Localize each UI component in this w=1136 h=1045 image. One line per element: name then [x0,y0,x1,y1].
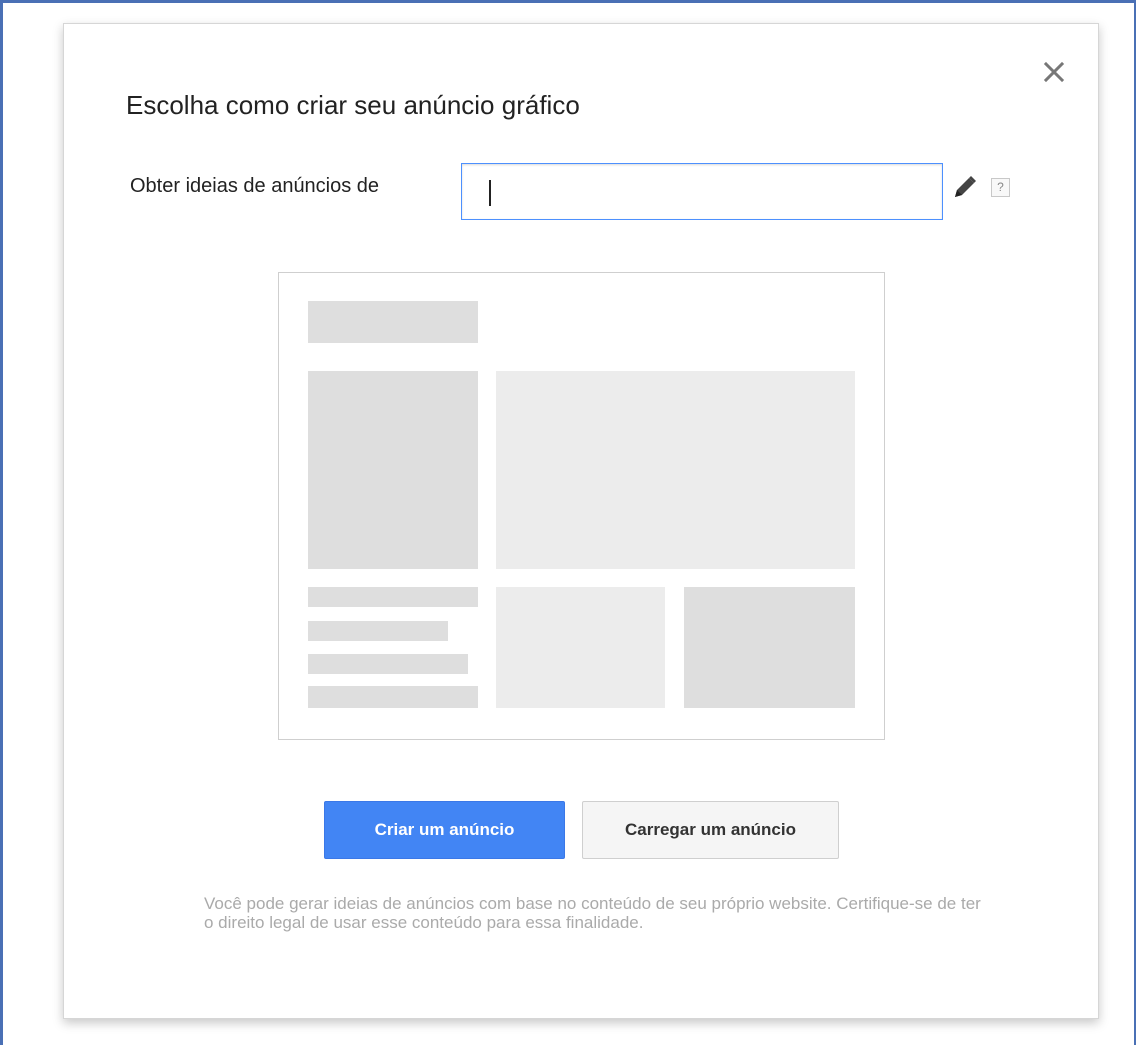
create-ad-button[interactable]: Criar um anúncio [324,801,565,859]
placeholder-text-line [308,587,478,607]
placeholder-card-block [496,587,665,708]
disclaimer-text: Você pode gerar ideias de anúncios com b… [204,894,981,932]
placeholder-text-line [308,686,478,708]
website-url-input[interactable] [461,163,943,220]
text-cursor [489,180,491,206]
close-icon[interactable] [1040,58,1068,86]
placeholder-hero-block [496,371,855,569]
help-icon[interactable]: ? [991,178,1010,197]
placeholder-card-block [684,587,855,708]
create-ad-dialog: Escolha como criar seu anúncio gráfico O… [63,23,1099,1019]
placeholder-text-line [308,621,448,641]
pencil-icon[interactable] [952,174,978,200]
placeholder-logo-block [308,301,478,343]
url-label: Obter ideias de anúncios de [130,175,380,197]
placeholder-text-line [308,654,468,674]
layout-placeholder-icon [278,272,885,740]
upload-ad-button[interactable]: Carregar um anúncio [582,801,839,859]
placeholder-image-block [308,371,478,569]
dialog-title: Escolha como criar seu anúncio gráfico [126,90,580,120]
